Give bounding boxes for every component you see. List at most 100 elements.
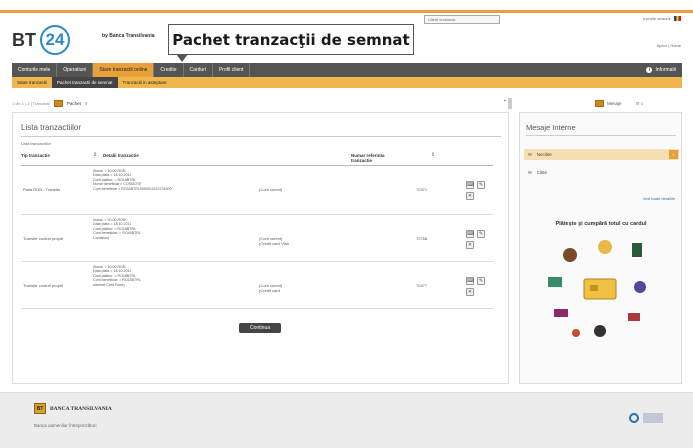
logout-link[interactable]: Inchide sesiune [643, 16, 681, 21]
nav-item-profil-client[interactable]: Profil client [213, 63, 251, 77]
row-cont: (Cont curent) [259, 187, 282, 192]
row-number: 70768 [416, 236, 428, 241]
toolbar-scroll-handle[interactable] [508, 98, 512, 109]
table-row: Transfer conturi proprii Suma: = 20.00 R… [21, 216, 493, 262]
delete-button[interactable]: ✕ [466, 241, 474, 249]
row-number: 70371 [416, 187, 428, 192]
cont-line: (Credit card [259, 288, 280, 293]
sort-icon[interactable]: ⇕ [431, 152, 435, 158]
footer-slogan: Banca oamenilor întreprinzători [34, 423, 97, 428]
table-row: Plata RON - Transfer Suma: = 10.00 RON D… [21, 167, 493, 215]
sign-button[interactable]: ⌨ [466, 181, 474, 189]
edit-icon[interactable]: ✎ [477, 181, 485, 189]
folder-icon [595, 100, 604, 107]
row-details: Suma: = 10.00 RON Data plata = 18.10.201… [93, 169, 253, 191]
detail-line: Comision) [93, 235, 110, 240]
unread-count-badge: 1 [669, 150, 678, 159]
table-row: Transfer conturi proprii Suma: = 10.00 R… [21, 263, 493, 309]
main-nav: Conturile mele Operatiuni Stare tranzact… [12, 63, 682, 77]
delete-button[interactable]: ✕ [466, 192, 474, 200]
detail-line: Internet Card Forte) [93, 282, 125, 287]
info-icon: i [646, 67, 653, 73]
cont-line: (Cont curent) [259, 187, 283, 192]
messages-read[interactable]: ✉ Citite [524, 167, 679, 178]
messages-panel: Mesaje Interne ✉ Necitite 1 ✉ Citite Vez… [519, 112, 682, 384]
panel-title: Lista tranzactiilor [21, 123, 82, 132]
sign-button[interactable]: ⌨ [466, 277, 474, 285]
promo-item-shoe [628, 313, 640, 321]
informatii-label: Informatii [655, 67, 676, 73]
certificate-badge-icon[interactable] [643, 413, 663, 423]
promo-item-hat [563, 248, 577, 262]
messages-title: Mesaje Interne [526, 123, 576, 132]
lista-label: Lista tranzactiilor [21, 141, 52, 146]
row-cont: (Cont curent) (Credit card Visa [259, 236, 289, 246]
callout-arrow [176, 54, 188, 62]
callout-label: Pachet tranzacţii de semnat [168, 24, 414, 55]
detail-line: Cont beneficiar = RO34BTRL00000101137310… [93, 186, 172, 191]
folder-icon [53, 100, 63, 107]
bt-mark-icon: BT [34, 403, 46, 414]
promo-card-chip [590, 285, 598, 291]
promo-card [583, 278, 617, 300]
row-type: Transfer conturi proprii [23, 283, 64, 288]
promo-item-box [548, 277, 562, 287]
row-type: Plata RON - Transfer [23, 187, 61, 192]
row-details: Suma: = 10.00 RON Data plata = 18.10.201… [93, 265, 253, 287]
top-links[interactable]: Ajutor | Home [657, 43, 681, 48]
open-envelope-icon: ✉ [528, 169, 532, 175]
sub-nav: Stare tranzactii Pachet tranzactii de se… [12, 77, 682, 88]
promo-illustration[interactable] [540, 235, 665, 355]
logo-bt-text: BT [12, 29, 36, 50]
flag-icon[interactable] [674, 16, 681, 21]
messages-unread[interactable]: ✉ Necitite 1 [524, 149, 679, 160]
subnav-pachet-tranzactii[interactable]: Pachet tranzactii de semnat [52, 77, 118, 88]
footer: BT BANCA TRANSILVANIA Banca oamenilor în… [0, 392, 693, 448]
promo-item-cd [634, 281, 646, 293]
sort-icon[interactable]: ⇕ [93, 152, 97, 158]
promo-item-headphones [594, 325, 606, 337]
subnav-stare-tranzactii[interactable]: Stare tranzactii [12, 77, 52, 88]
nav-item-stare-tranzactii[interactable]: Stare tranzactii online [93, 63, 155, 77]
right-toolbar: Mesaje ⚙ x [519, 98, 682, 109]
edit-icon[interactable]: ✎ [477, 230, 485, 238]
nav-item-conturile-mele[interactable]: Conturile mele [12, 63, 58, 77]
see-all-link[interactable]: Vezi toate detaliile [643, 196, 675, 201]
close-icon[interactable]: ⚙ x [636, 101, 644, 107]
col-head-numar[interactable]: Numar referinta tranzactie [351, 153, 405, 163]
informatii-link[interactable]: i Informatii [646, 67, 682, 73]
footer-badges [629, 413, 663, 423]
continue-button[interactable]: Continua [239, 323, 281, 333]
sign-button[interactable]: ⌨ [466, 230, 474, 238]
close-icon[interactable]: x [85, 101, 88, 107]
bt24-logo[interactable]: BT 24 [12, 25, 70, 55]
nav-item-credite[interactable]: Credite [154, 63, 184, 77]
logo-circle: 24 [40, 25, 70, 55]
minimize-icon[interactable]: ▪ [504, 98, 506, 104]
promo-title: Plăteşte şi cumpără totul cu cardul [555, 221, 647, 227]
tab-mesaje[interactable]: Mesaje [607, 101, 622, 106]
promo-item-lipstick [572, 329, 580, 337]
read-label: Citite [536, 170, 548, 175]
nav-item-operatiuni[interactable]: Operatiuni [57, 63, 94, 77]
footer-logo[interactable]: BT BANCA TRANSILVANIA [34, 403, 112, 414]
tab-pachet[interactable]: Pachet [67, 101, 81, 106]
panel-divider [21, 136, 501, 137]
promo-item-bag [554, 309, 568, 317]
subnav-tranzactii-asteptare[interactable]: Tranzactii in asteptare [118, 77, 172, 88]
security-seal-icon[interactable] [629, 413, 639, 423]
panel-toolbar: 1 din 1 | 2 | Tranzactii Pachet x ▪ [12, 98, 512, 109]
row-type: Transfer conturi proprii [23, 236, 64, 241]
col-head-detalii[interactable]: Detalii tranzactie [103, 153, 139, 158]
delete-button[interactable]: ✕ [466, 288, 474, 296]
messages-divider [526, 135, 676, 136]
pager-text[interactable]: 1 din 1 | 2 | Tranzactii [12, 101, 50, 106]
cont-line: (Credit card Visa [259, 241, 289, 246]
col-head-tip[interactable]: Tip tranzactie [21, 153, 50, 158]
header-divider [21, 165, 493, 166]
nav-item-carduri[interactable]: Carduri [184, 63, 213, 77]
edit-icon[interactable]: ✎ [477, 277, 485, 285]
envelope-icon: ✉ [528, 151, 532, 157]
user-box[interactable]: Client cunoscut [424, 15, 500, 24]
row-cont: (Cont curent) (Credit card [259, 283, 282, 293]
